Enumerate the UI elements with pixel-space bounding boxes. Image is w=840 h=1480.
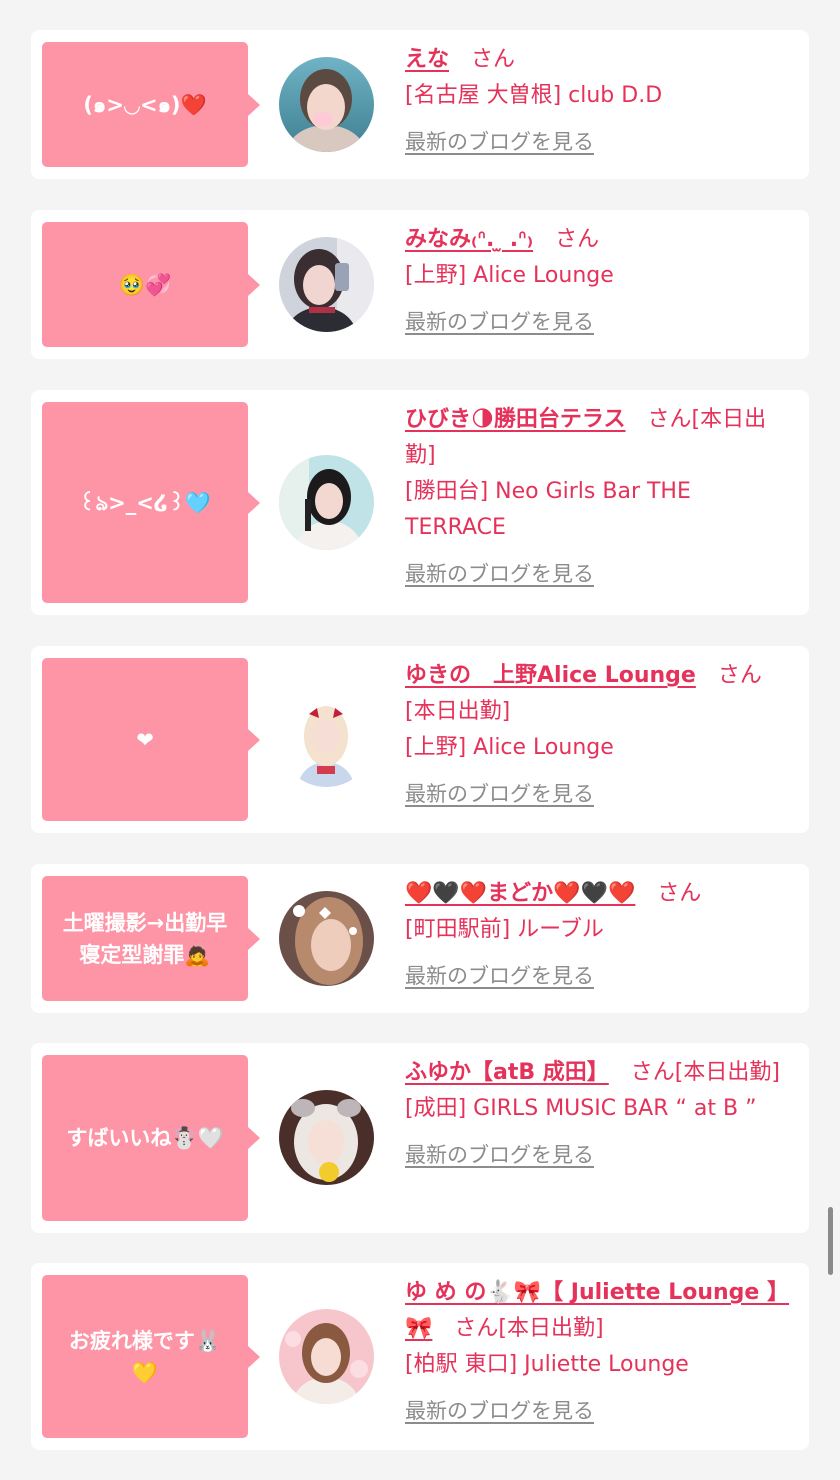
cast-name-link[interactable]: ひびき🌗勝田台テラス — [405, 407, 626, 432]
message-bubble: 土曜撮影→出勤早 寝定型謝罪🙇 — [42, 876, 260, 1001]
name-line: ふゆか【atB 成田】 さん[本日出勤] — [405, 1055, 791, 1091]
name-line: ひびき🌗勝田台テラス さん[本日出勤] — [405, 402, 791, 474]
shop-label: [上野] Alice Lounge — [405, 735, 614, 760]
scrollbar[interactable] — [828, 1207, 833, 1275]
avatar[interactable] — [279, 692, 374, 787]
latest-blog-link[interactable]: 最新のブログを見る — [405, 776, 594, 812]
entry-info: ゆ め の🐇🎀【 Juliette Lounge 】🎀 さん[本日出勤] [柏駅 … — [405, 1275, 791, 1430]
message-bubble: お疲れ様です🐰 💛 — [42, 1275, 260, 1438]
avatar[interactable] — [279, 1309, 374, 1404]
entry-info: ひびき🌗勝田台テラス さん[本日出勤] [勝田台] Neo Girls Bar T… — [405, 402, 791, 593]
honorific: さん[本日出勤] — [454, 1316, 604, 1341]
cast-name-link[interactable]: ふゆか【atB 成田】 — [405, 1060, 609, 1085]
list-item: お疲れ様です🐰 💛 ゆ め の🐇🎀【 Juliette Lounge 】🎀 さん[… — [31, 1263, 809, 1450]
name-line: ❤️🖤❤️まどか❤️🖤❤️ さん — [405, 876, 791, 912]
latest-blog-link[interactable]: 最新のブログを見る — [405, 304, 594, 340]
entry-info: ❤️🖤❤️まどか❤️🖤❤️ さん [町田駅前] ルーブル 最新のブログを見る — [405, 876, 791, 995]
shop-label: [町田駅前] ルーブル — [405, 917, 604, 942]
message-bubble: ꒰ঌ>_<໒꒱🩵 — [42, 402, 260, 603]
message-bubble: 🥹💞 — [42, 222, 260, 347]
list-item: ❤ ゆきの 上野Alice Lounge さん[本日出勤] [上野] Alice … — [31, 646, 809, 833]
latest-blog-link[interactable]: 最新のブログを見る — [405, 1137, 594, 1173]
list-item: 土曜撮影→出勤早 寝定型謝罪🙇 ❤️🖤❤️まどか❤️🖤❤️ さん [町田駅前] ル… — [31, 864, 809, 1013]
avatar[interactable] — [279, 237, 374, 332]
list-item: 🥹💞 みなみ₍ᐢ. ̫ .ᐢ₎ さん [上野] Alice Lounge 最新のブ… — [31, 210, 809, 359]
list-item: ꒰ঌ>_<໒꒱🩵 ひびき🌗勝田台テラス さん[本日出勤] [勝田台] Neo Gi… — [31, 390, 809, 615]
avatar[interactable] — [279, 891, 374, 986]
avatar[interactable] — [279, 1090, 374, 1185]
latest-blog-link[interactable]: 最新のブログを見る — [405, 124, 594, 160]
entry-info: ふゆか【atB 成田】 さん[本日出勤] [成田] GIRLS MUSIC BAR… — [405, 1055, 791, 1174]
shop-label: [成田] GIRLS MUSIC BAR “ at B ” — [405, 1096, 757, 1121]
honorific: さん — [555, 227, 600, 252]
cast-name-link[interactable]: ❤️🖤❤️まどか❤️🖤❤️ — [405, 881, 635, 906]
honorific: さん — [471, 47, 516, 72]
list-item: すばいいね☃️🤍 ふゆか【atB 成田】 さん[本日出勤] [成田] GIRLS … — [31, 1043, 809, 1233]
entry-info: えな さん [名古屋 大曽根] club D.D 最新のブログを見る — [405, 42, 791, 161]
cast-name-link[interactable]: ゆきの 上野Alice Lounge — [405, 663, 696, 688]
honorific: さん[本日出勤] — [630, 1060, 780, 1085]
shop-label: [柏駅 東口] Juliette Lounge — [405, 1352, 689, 1377]
latest-blog-link[interactable]: 最新のブログを見る — [405, 958, 594, 994]
name-line: ゆ め の🐇🎀【 Juliette Lounge 】🎀 さん[本日出勤] — [405, 1275, 791, 1347]
message-bubble: (๑>◡<๑)❤️ — [42, 42, 260, 167]
latest-blog-link[interactable]: 最新のブログを見る — [405, 1393, 594, 1429]
honorific: さん — [657, 881, 702, 906]
cast-name-link[interactable]: みなみ₍ᐢ. ̫ .ᐢ₎ — [405, 227, 533, 252]
name-line: ゆきの 上野Alice Lounge さん[本日出勤] — [405, 658, 791, 730]
shop-label: [名古屋 大曽根] club D.D — [405, 83, 663, 108]
shop-label: [勝田台] Neo Girls Bar THE TERRACE — [405, 479, 691, 540]
shop-label: [上野] Alice Lounge — [405, 263, 614, 288]
avatar[interactable] — [279, 455, 374, 550]
cast-name-link[interactable]: えな — [405, 47, 449, 72]
message-bubble: ❤ — [42, 658, 260, 821]
name-line: えな さん — [405, 42, 791, 78]
list-item: (๑>◡<๑)❤️ えな さん [名古屋 大曽根] club D.D 最新のブログ… — [31, 30, 809, 179]
name-line: みなみ₍ᐢ. ̫ .ᐢ₎ さん — [405, 222, 791, 258]
entry-info: ゆきの 上野Alice Lounge さん[本日出勤] [上野] Alice Lo… — [405, 658, 791, 813]
latest-blog-link[interactable]: 最新のブログを見る — [405, 556, 594, 592]
avatar[interactable] — [279, 57, 374, 152]
entry-info: みなみ₍ᐢ. ̫ .ᐢ₎ さん [上野] Alice Lounge 最新のブログを… — [405, 222, 791, 341]
message-bubble: すばいいね☃️🤍 — [42, 1055, 260, 1221]
